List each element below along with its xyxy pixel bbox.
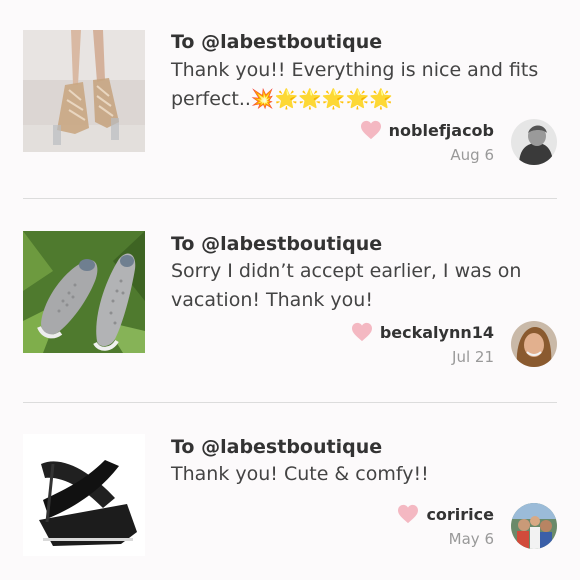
review-date: Jul 21 (452, 348, 494, 366)
reviewer-username[interactable]: beckalynn14 (380, 323, 494, 342)
heart-icon[interactable] (360, 120, 382, 140)
reviewer-row: coririce (397, 502, 494, 526)
review-divider (23, 402, 557, 403)
reviewer-username[interactable]: coririce (426, 505, 494, 524)
product-thumbnail-wedges[interactable] (23, 434, 145, 556)
reviewer-avatar[interactable] (511, 321, 557, 367)
review-message: Thank you! Cute & comfy!! (171, 463, 429, 485)
review-divider (23, 198, 557, 199)
review-date: May 6 (448, 530, 494, 548)
review-message: Thank you!! Everything is nice and fits … (171, 56, 541, 114)
reviewer-username[interactable]: noblefjacob (389, 121, 494, 140)
reviewer-row: beckalynn14 (351, 320, 494, 344)
reviewer-row: noblefjacob (360, 118, 494, 142)
reviewer-avatar[interactable] (511, 503, 557, 549)
product-thumbnail-heels[interactable] (23, 30, 145, 152)
heart-icon[interactable] (397, 504, 419, 524)
review-date: Aug 6 (450, 146, 494, 164)
review-recipient[interactable]: To @labestboutique (171, 31, 382, 53)
product-thumbnail-sneakers[interactable] (23, 231, 145, 353)
reviewer-avatar[interactable] (511, 119, 557, 165)
heart-icon[interactable] (351, 322, 373, 342)
review-message: Sorry I didn’t accept earlier, I was on … (171, 260, 522, 311)
review-recipient[interactable]: To @labestboutique (171, 436, 382, 458)
review-message-text: Thank you!! Everything is nice and fits … (171, 59, 539, 110)
review-recipient[interactable]: To @labestboutique (171, 233, 382, 255)
